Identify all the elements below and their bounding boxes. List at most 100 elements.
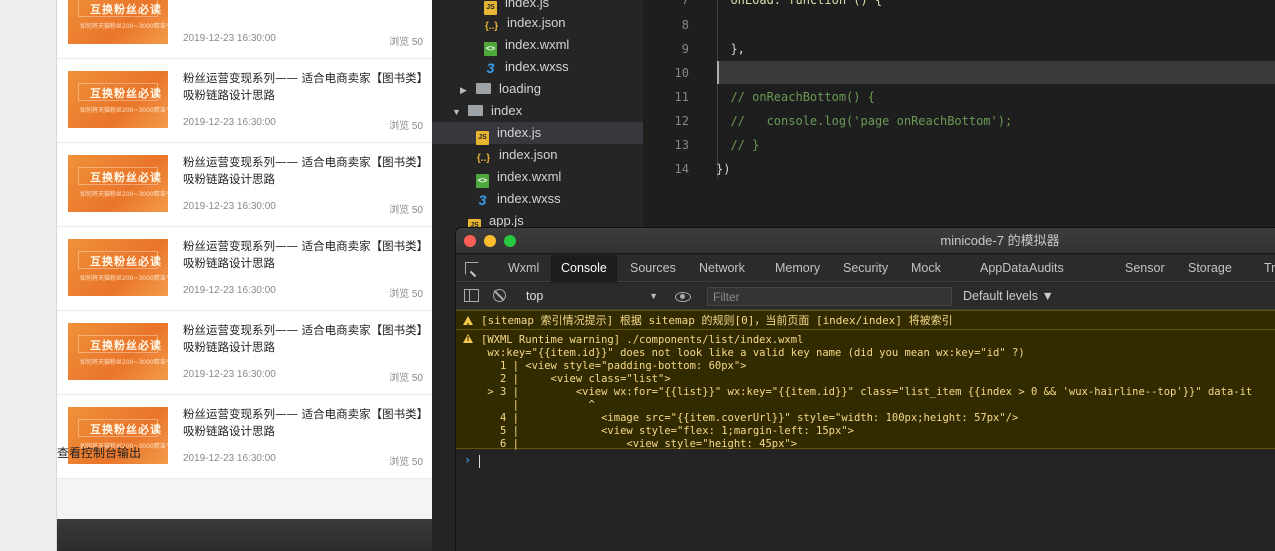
- article-title: 粉丝运营变现系列—— 适合电商卖家【图书类】吸粉链路设计思路: [183, 407, 423, 438]
- tab-wxml[interactable]: Wxml: [498, 255, 549, 282]
- context-selector[interactable]: top ▼: [526, 283, 658, 310]
- article-title: 粉丝运营变现系列—— 适合电商卖家【图书类】吸粉链路设计思路: [183, 71, 423, 102]
- article-date: 2019-12-23 16:30:00: [183, 453, 276, 464]
- live-expression-eye-icon[interactable]: [675, 292, 691, 302]
- console-output-button[interactable]: 查看控制台输出: [57, 444, 141, 461]
- tab-sources[interactable]: Sources: [620, 255, 686, 282]
- file-tree-label: index.wxss: [497, 191, 561, 206]
- warning-icon: [463, 334, 473, 343]
- article-date: 2019-12-23 16:30:00: [183, 33, 276, 44]
- tab-memory[interactable]: Memory: [765, 255, 830, 282]
- tab-audits[interactable]: Audits: [1019, 255, 1074, 282]
- thumbnail-title: 互换粉丝必读: [90, 255, 162, 268]
- line-number: 7: [681, 0, 689, 7]
- article-list: 互换粉丝必读 如何将天猫粉丝200~3000精准引流 2019-12-23 16:3…: [57, 0, 433, 479]
- list-item[interactable]: 互换粉丝必读 如何将天猫粉丝200~3000精准引流 粉丝运营变现系列—— 适合电商…: [57, 311, 433, 395]
- devtools-window: minicode-7 的模拟器 Wxml Console Sources Networ…: [455, 227, 1275, 551]
- line-number: 11: [674, 90, 689, 104]
- tab-trace[interactable]: Trace: [1254, 255, 1275, 282]
- warning-text-line: | ^: [481, 399, 595, 411]
- warning-text-line: wx:key="{{item.id}}" does not look like …: [481, 347, 1025, 359]
- wxss-file-icon: 3: [486, 60, 495, 76]
- file-tree-item[interactable]: 3 index.wxss: [484, 56, 569, 78]
- json-file-icon: {..}: [484, 21, 499, 32]
- article-thumbnail: 互换粉丝必读如何将天猫粉丝200~3000精准引流: [68, 323, 168, 380]
- thumbnail-title: 互换粉丝必读: [90, 87, 162, 100]
- file-tree-item[interactable]: 3 index.wxss: [476, 188, 561, 210]
- article-thumbnail: 互换粉丝必读 如何将天猫粉丝200~3000精准引流: [68, 155, 168, 212]
- file-tree-item[interactable]: ▶ loading: [460, 78, 541, 100]
- log-levels-dropdown[interactable]: Default levels ▼: [963, 283, 1054, 310]
- article-views: 浏览 50: [389, 457, 423, 468]
- chevron-down-icon: ▼: [649, 291, 658, 301]
- code-line: // console.log('page onReachBottom');: [716, 114, 1013, 128]
- list-item[interactable]: 互换粉丝必读 如何将天猫粉丝200~3000精准引流 粉丝运营变现系列—— 适合电商…: [57, 395, 433, 479]
- file-tree-item[interactable]: ▼ index: [452, 100, 522, 122]
- tab-console[interactable]: Console: [551, 255, 617, 282]
- phone-bottom-bar: [57, 519, 433, 551]
- file-tree-item[interactable]: <> index.wxml: [484, 34, 569, 56]
- warning-text-line: 6 | <view style="height: 45px">: [481, 438, 798, 450]
- list-item[interactable]: 互换粉丝必读 如何将天猫粉丝200~3000精准引流 粉丝运营变现系列—— 适合电商…: [57, 143, 433, 227]
- warning-icon: [463, 316, 473, 336]
- line-number: 14: [674, 162, 689, 176]
- article-thumbnail: 互换粉丝必读 如何将天猫粉丝200~3000精准引流: [68, 239, 168, 296]
- filter-input[interactable]: [707, 287, 952, 306]
- file-tree-item[interactable]: {..} index.json: [484, 12, 566, 34]
- article-date: 2019-12-23 16:30:00: [183, 117, 276, 128]
- tab-storage[interactable]: Storage: [1178, 255, 1242, 282]
- simulator-panel: 互换粉丝必读 如何将天猫粉丝200~3000精准引流 2019-12-23 16:3…: [0, 0, 433, 551]
- thumbnail-subtitle: 如何将天猫粉丝200~3000精准引流: [80, 359, 168, 366]
- tab-network[interactable]: Network: [689, 255, 755, 282]
- list-item[interactable]: 互换粉丝必读 如何将天猫粉丝200~3000精准引流 粉丝运营变现系列—— 适合电商…: [57, 227, 433, 311]
- wxss-file-icon: 3: [478, 192, 487, 208]
- file-tree-label: index.wxml: [505, 37, 570, 52]
- article-thumbnail: 互换粉丝必读如何将天猫粉丝200~3000精准引流: [68, 0, 168, 44]
- file-tree-item[interactable]: {..} index.json: [476, 144, 558, 166]
- wxml-file-icon: <>: [484, 42, 497, 56]
- line-number: 10: [674, 66, 689, 80]
- console-prompt-icon: ›: [464, 453, 472, 467]
- tab-mock[interactable]: Mock: [901, 255, 951, 282]
- code-line: }): [716, 162, 731, 176]
- file-tree-label: index: [491, 103, 523, 118]
- thumbnail-title: 互换粉丝必读: [90, 423, 162, 436]
- file-tree-label: index.js: [505, 0, 550, 10]
- thumbnail-subtitle: 如何将天猫粉丝200~3000精准引流: [80, 23, 168, 30]
- console-input-caret[interactable]: [479, 455, 480, 468]
- context-value: top: [526, 289, 544, 303]
- file-tree-label: index.wxss: [505, 59, 569, 74]
- file-tree-item[interactable]: <> index.wxml: [476, 166, 561, 188]
- tab-sensor[interactable]: Sensor: [1115, 255, 1175, 282]
- article-date: 2019-12-23 16:30:00: [183, 201, 276, 212]
- article-views: 浏览 50: [389, 373, 423, 384]
- clear-console-icon[interactable]: [493, 289, 506, 302]
- warning-text-line: 5 | <view style="flex: 1;margin-left: 15…: [481, 425, 854, 437]
- thumbnail-subtitle: 如何将天猫粉丝200~3000精准引流: [80, 191, 168, 198]
- warning-text-line: 1 | <view style="padding-bottom: 60px">: [481, 360, 747, 372]
- wxml-warning-message: [WXML Runtime warning] ./components/list…: [456, 330, 1275, 450]
- expand-arrow-icon[interactable]: ▶: [460, 79, 470, 101]
- file-tree-label: app.js: [489, 213, 524, 228]
- folder-open-icon: [468, 105, 483, 116]
- file-tree-item[interactable]: JS index.js: [432, 122, 643, 145]
- inspect-element-icon[interactable]: [465, 262, 479, 275]
- thumbnail-title: 互换粉丝必读: [90, 3, 162, 16]
- list-item[interactable]: 互换粉丝必读如何将天猫粉丝200~3000精准引流 2019-12-23 16:3…: [57, 0, 433, 59]
- file-tree-label: index.wxml: [497, 169, 562, 184]
- code-line: // onReachBottom() {: [716, 90, 875, 104]
- show-sidebar-icon[interactable]: [464, 289, 479, 302]
- line-number: 13: [674, 138, 689, 152]
- simulator-gutter: [0, 0, 56, 551]
- warning-text-line: [WXML Runtime warning] ./components/list…: [481, 334, 804, 346]
- thumbnail-title: 互换粉丝必读: [90, 339, 162, 352]
- file-tree-label: index.js: [497, 125, 542, 140]
- expand-arrow-icon[interactable]: ▼: [452, 101, 462, 123]
- js-file-icon: JS: [476, 131, 489, 145]
- file-tree-label: index.json: [499, 147, 558, 162]
- article-title: 粉丝运营变现系列—— 适合电商卖家【图书类】吸粉链路设计思路: [183, 155, 423, 186]
- list-item[interactable]: 互换粉丝必读 如何将天猫粉丝200~3000精准引流 粉丝运营变现系列—— 适合电商…: [57, 59, 433, 143]
- sitemap-warning-text: [sitemap 索引情况提示] 根据 sitemap 的规则[0]，当前页面 …: [481, 314, 953, 327]
- line-number: 12: [674, 114, 689, 128]
- tab-security[interactable]: Security: [833, 255, 898, 282]
